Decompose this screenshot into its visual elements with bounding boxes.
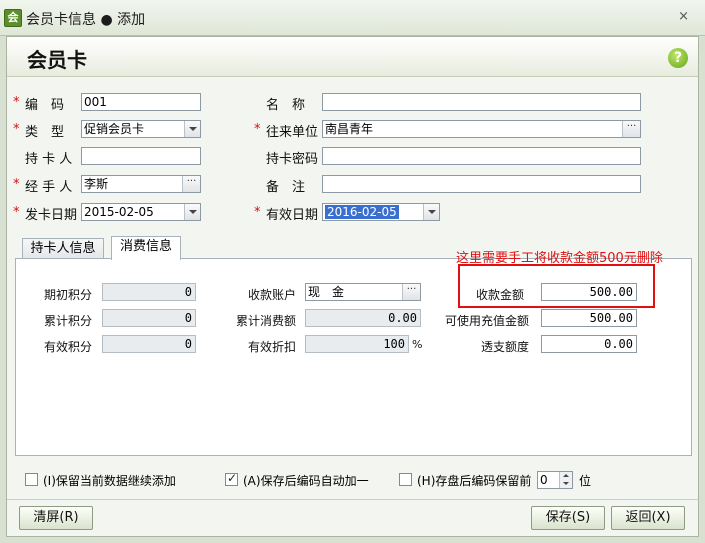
discount-field: 100 [305,335,409,353]
keep-digits-value: 0 [540,473,548,487]
valid-points-label: 有效积分 [44,340,93,354]
digits-unit-label: 位 [579,474,592,488]
initial-points-label: 期初积分 [44,288,93,302]
help-icon[interactable]: ? [668,48,688,68]
total-spend-label: 累计消费额 [236,314,297,328]
stepper-arrows-icon[interactable] [559,472,572,488]
title-bar: 会 会员卡信息 ● 添加 × [0,0,705,36]
tab-holder-info[interactable]: 持卡人信息 [22,238,104,260]
auto-increment-label: (A)保存后编码自动加一 [243,474,369,488]
browse-icon[interactable]: ··· [402,284,420,300]
handler-value: 李斯 [84,177,109,191]
type-label: 类 型 [25,125,65,140]
overdraft-label: 透支额度 [481,340,530,354]
expire-date-picker[interactable]: 2016-02-05 [322,203,440,221]
valid-points-field: 0 [102,335,196,353]
remark-label: 备 注 [266,180,306,195]
handler-field[interactable]: 李斯 ··· [81,175,201,193]
issue-date-value: 2015-02-05 [84,205,154,219]
app-logo-icon: 会 [4,9,22,27]
usable-balance-label: 可使用充值金额 [445,314,530,328]
back-button[interactable]: 返回(X) [611,506,685,530]
name-label: 名 称 [266,98,306,113]
chevron-down-icon[interactable] [423,204,439,220]
keep-data-checkbox[interactable] [25,473,38,486]
keep-digits-stepper[interactable]: 0 [537,471,573,489]
total-spend-field: 0.00 [305,309,421,327]
discount-label: 有效折扣 [248,340,297,354]
account-label: 收款账户 [248,288,297,302]
handler-label: 经 手 人 [25,180,73,195]
code-field[interactable]: 001 [81,93,201,111]
save-button[interactable]: 保存(S) [531,506,605,530]
auto-increment-checkbox[interactable] [225,471,238,486]
account-value: 现 金 [308,285,345,299]
browse-icon[interactable]: ··· [182,176,200,192]
partner-label: 往来单位 [266,125,319,140]
chevron-down-icon[interactable] [184,121,200,137]
browse-icon[interactable]: ··· [622,121,640,137]
password-field[interactable] [322,147,641,165]
page-title: 会员卡 [27,48,87,72]
partner-value: 南昌青年 [325,122,374,136]
percent-unit: % [412,338,423,351]
chevron-down-icon[interactable] [184,204,200,220]
required-mark: * [13,95,20,110]
required-mark: * [13,177,20,192]
annotation-highlight-box [458,264,655,308]
clear-button[interactable]: 清屏(R) [19,506,93,530]
total-points-label: 累计积分 [44,314,93,328]
partner-field[interactable]: 南昌青年 ··· [322,120,641,138]
overdraft-field[interactable]: 0.00 [541,335,637,353]
code-label: 编 码 [25,98,65,113]
keep-code-label: (H)存盘后编码保留前 [417,474,532,488]
expire-date-value: 2016-02-05 [325,205,399,219]
required-mark: * [13,122,20,137]
usable-balance-field[interactable]: 500.00 [541,309,637,327]
holder-field[interactable] [81,147,201,165]
keep-code-checkbox[interactable] [399,473,412,486]
holder-label: 持 卡 人 [25,152,73,167]
close-icon[interactable]: × [678,9,689,24]
issue-date-picker[interactable]: 2015-02-05 [81,203,201,221]
required-mark: * [254,205,261,220]
footer-divider [7,499,698,500]
window-title: 会员卡信息 ● 添加 [26,12,146,28]
issue-date-label: 发卡日期 [25,208,78,223]
required-mark: * [254,122,261,137]
initial-points-field: 0 [102,283,196,301]
keep-data-label: (I)保留当前数据继续添加 [43,474,176,488]
total-points-field: 0 [102,309,196,327]
expire-date-label: 有效日期 [266,208,319,223]
account-field[interactable]: 现 金 ··· [305,283,421,301]
tab-consume-info[interactable]: 消费信息 [111,236,181,260]
dialog-header: 会员卡 ? [7,37,698,77]
required-mark: * [13,205,20,220]
remark-field[interactable] [322,175,641,193]
password-label: 持卡密码 [266,152,319,167]
type-value: 促销会员卡 [84,122,145,136]
dialog-body: 会员卡 ? * 编 码 001 名 称 * 类 型 促销会员卡 * 往来单位 南… [6,36,699,537]
name-field[interactable] [322,93,641,111]
type-select[interactable]: 促销会员卡 [81,120,201,138]
